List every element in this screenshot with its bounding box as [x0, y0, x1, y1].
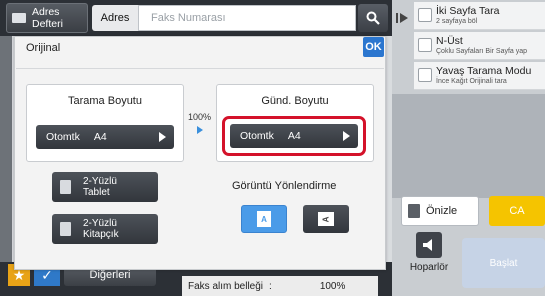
address-book-icon: [12, 13, 26, 23]
option-title: İki Sayfa Tara: [436, 5, 500, 17]
option-subtitle: Çoklu Sayfaları Bir Sayfa yap: [436, 48, 528, 55]
search-icon: [366, 11, 380, 25]
dialog-title: Orijinal: [26, 42, 61, 54]
clear-all-button[interactable]: CA: [489, 196, 545, 226]
checkbox[interactable]: [418, 8, 432, 22]
fax-memory-status: Faks alım belleği : 100%: [182, 276, 378, 296]
speaker-label: Hoparlör: [409, 262, 449, 273]
address-tab[interactable]: Adres: [92, 5, 138, 31]
option-subtitle: 2 sayfaya böl: [436, 18, 478, 25]
fax-memory-label: Faks alım belleği: [188, 280, 264, 292]
speaker-button[interactable]: Hoparlör: [404, 232, 454, 280]
orientation-portrait-button[interactable]: A: [241, 205, 287, 233]
dialog-divider: [16, 68, 384, 69]
right-panel-shade: [392, 94, 545, 198]
orientation-rotated-button[interactable]: A: [303, 205, 349, 233]
portrait-page-icon: A: [257, 211, 271, 227]
option-title: N-Üst: [436, 35, 463, 47]
preview-button[interactable]: Önizle: [401, 196, 479, 226]
expand-panel-icon[interactable]: [396, 12, 410, 24]
start-button[interactable]: Başlat: [462, 238, 545, 288]
left-strip: [0, 36, 12, 262]
send-size-label: Günd. Boyutu: [261, 95, 329, 107]
address-book-button[interactable]: Adres Defteri: [6, 3, 88, 33]
scan-size-paper: A4: [93, 131, 107, 143]
preview-icon: [408, 204, 420, 218]
two-sided-booklet-button[interactable]: 2-Yüzlü Kitapçık: [52, 214, 158, 244]
page-icon: [60, 180, 71, 194]
search-button[interactable]: [358, 4, 388, 32]
speaker-icon: [416, 232, 442, 258]
preview-label: Önizle: [426, 205, 458, 217]
option-title: Yavaş Tarama Modu: [436, 65, 532, 77]
option-item-slow-scan[interactable]: Yavaş Tarama Modu İnce Kağıt Orijinali t…: [414, 62, 545, 90]
two-sided-booklet-line2: Kitapçık: [83, 229, 119, 240]
fax-memory-value: 100%: [319, 280, 346, 292]
checkbox[interactable]: [418, 68, 432, 82]
rotated-page-icon: A: [318, 212, 334, 226]
scan-size-label: Tarama Boyutu: [68, 95, 142, 107]
two-sided-tablet-button[interactable]: 2-Yüzlü Tablet: [52, 172, 158, 202]
ratio-arrow-icon: [197, 126, 203, 134]
arrow-right-icon: [159, 132, 166, 142]
highlight-frame: [222, 116, 366, 156]
option-item-two-page-scan[interactable]: İki Sayfa Tara 2 sayfaya böl: [414, 2, 545, 30]
two-sided-booklet-line1: 2-Yüzlü: [83, 218, 117, 229]
two-sided-tablet-line2: Tablet: [83, 187, 110, 198]
image-orientation-label: Görüntü Yönlendirme: [232, 180, 337, 192]
option-subtitle: İnce Kağıt Orijinali tara: [436, 78, 507, 85]
option-item-n-up[interactable]: N-Üst Çoklu Sayfaları Bir Sayfa yap: [414, 32, 545, 60]
ratio-text: 100%: [188, 112, 212, 122]
scan-size-mode: Otomtk: [46, 131, 80, 143]
address-book-line1: Adres: [32, 6, 60, 18]
ok-button[interactable]: OK: [363, 37, 384, 57]
rotated-letter: A: [321, 216, 331, 222]
scan-size-button[interactable]: Otomtk A4: [36, 125, 174, 149]
address-book-line2: Defteri: [32, 18, 63, 30]
checkbox[interactable]: [418, 38, 432, 52]
two-sided-tablet-line1: 2-Yüzlü: [83, 176, 117, 187]
fax-number-input[interactable]: Faks Numarası: [138, 5, 356, 31]
page-icon: [60, 222, 71, 236]
